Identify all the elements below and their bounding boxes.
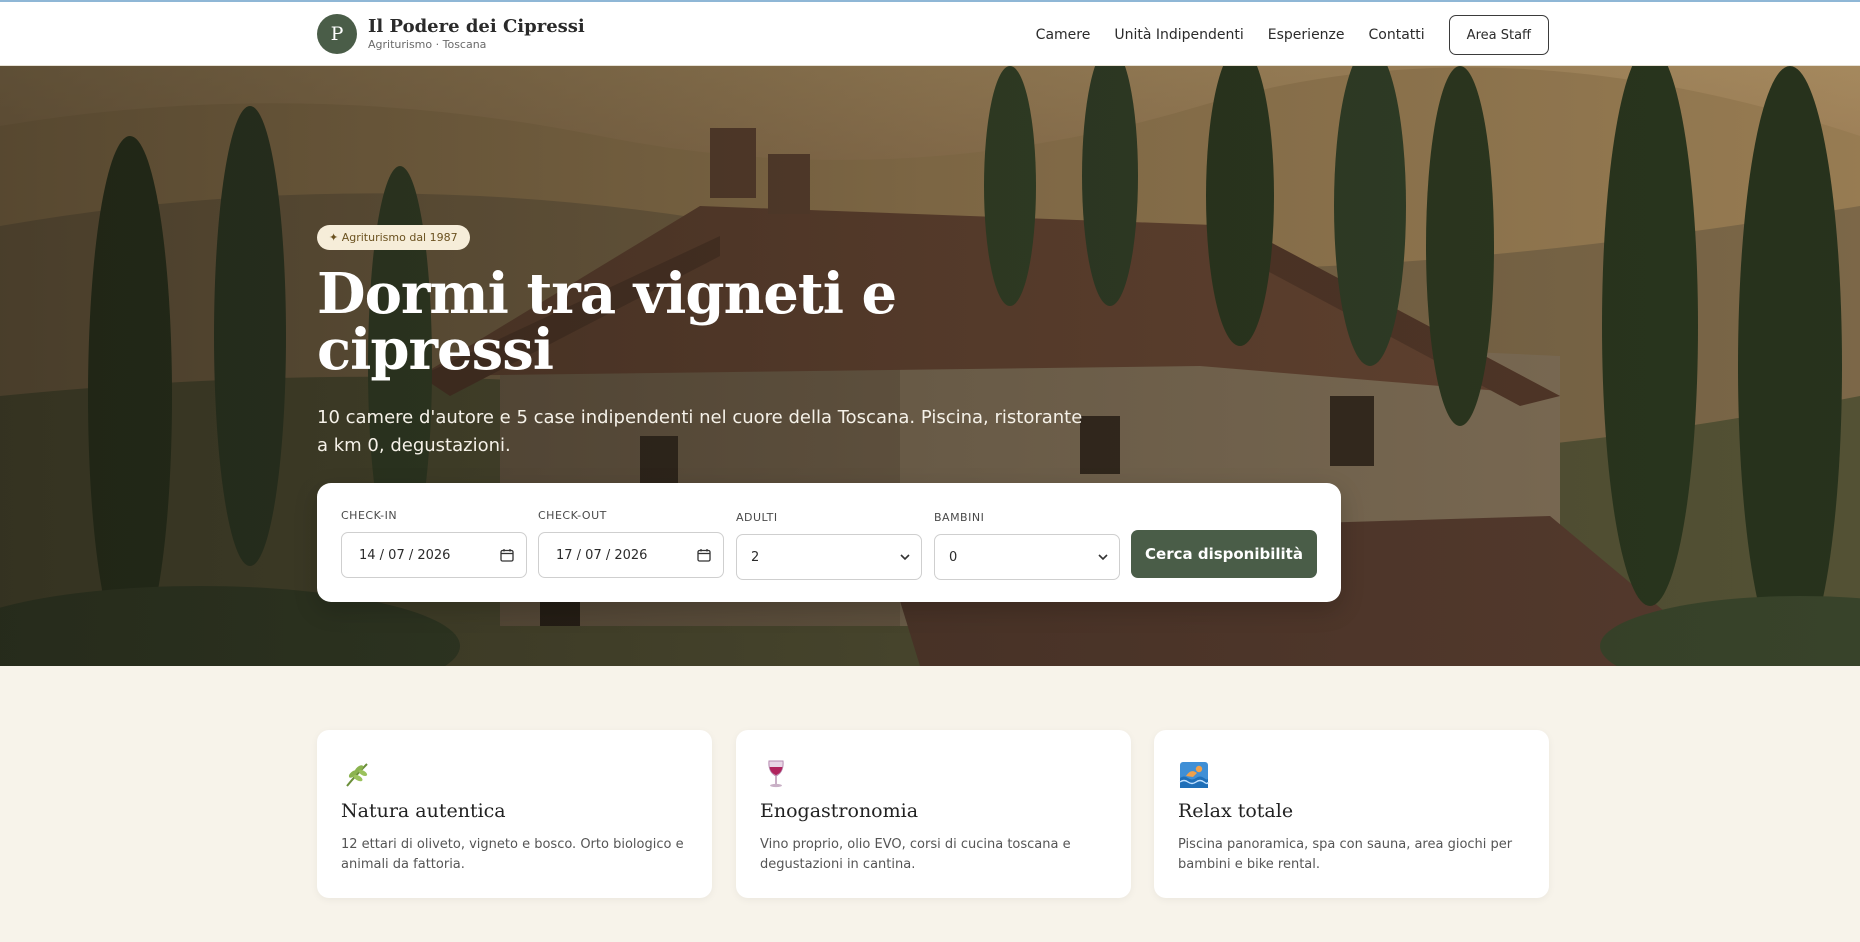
children-label: BAMBINI <box>934 511 985 524</box>
nav-link-esperienze[interactable]: Esperienze <box>1268 15 1345 55</box>
feature-title: Enogastronomia <box>760 800 919 822</box>
checkout-field: CHECK-OUT 17 / 07 / 2026 <box>538 509 724 578</box>
checkin-field: CHECK-IN 14 / 07 / 2026 <box>341 509 527 578</box>
feature-text: Piscina panoramica, spa con sauna, area … <box>1178 837 1513 872</box>
logo-mark: P <box>317 14 357 54</box>
wine-glass-icon <box>768 760 784 788</box>
top-navbar: P Il Podere dei Cipressi Agriturismo · T… <box>0 0 1860 66</box>
hero-title: Dormi tra vigneti e cipressi <box>317 261 897 383</box>
hero-description: 10 camere d'autore e 5 case indipendenti… <box>317 407 1083 456</box>
chevron-down-icon <box>900 554 910 561</box>
feature-title: Relax totale <box>1178 800 1294 822</box>
nav-link-unita-indipendenti[interactable]: Unità Indipendenti <box>1114 15 1243 55</box>
adults-field: ADULTI 2 <box>736 509 922 580</box>
brand-logo[interactable]: P Il Podere dei Cipressi Agriturismo · T… <box>317 14 585 54</box>
adults-value: 2 <box>751 549 760 565</box>
feature-card-natura: Natura autentica 12 ettari di oliveto, v… <box>317 730 712 898</box>
checkin-label: CHECK-IN <box>341 509 398 522</box>
feature-text: Vino proprio, olio EVO, corsi di cucina … <box>760 837 1071 872</box>
main-nav: Camere Unità Indipendenti Esperienze Con… <box>1036 15 1549 55</box>
checkout-input[interactable]: 17 / 07 / 2026 <box>538 532 724 578</box>
swimmer-icon <box>1179 762 1209 788</box>
nav-link-contatti[interactable]: Contatti <box>1369 15 1425 55</box>
children-field: BAMBINI 0 <box>934 509 1120 580</box>
chevron-down-icon <box>1098 554 1108 561</box>
staff-area-button[interactable]: Area Staff <box>1448 15 1549 55</box>
checkout-value: 17 / 07 / 2026 <box>556 547 648 563</box>
children-value: 0 <box>949 549 958 565</box>
adults-select[interactable]: 2 <box>736 534 922 580</box>
brand-text: Il Podere dei Cipressi Agriturismo · Tos… <box>368 16 585 52</box>
brand-name: Il Podere dei Cipressi <box>368 16 585 37</box>
adults-label: ADULTI <box>736 511 778 524</box>
checkin-value: 14 / 07 / 2026 <box>359 547 451 563</box>
feature-title: Natura autentica <box>341 800 506 822</box>
since-1987-badge: ✦ Agriturismo dal 1987 <box>317 225 470 250</box>
herb-icon <box>346 763 368 787</box>
booking-form: CHECK-IN 14 / 07 / 2026 CHECK-OUT 17 / 0… <box>317 483 1341 602</box>
feature-card-relax: Relax totale Piscina panoramica, spa con… <box>1154 730 1549 898</box>
calendar-icon[interactable] <box>500 548 514 562</box>
feature-text: 12 ettari di oliveto, vigneto e bosco. O… <box>341 837 684 872</box>
feature-card-enogastronomia: Enogastronomia Vino proprio, olio EVO, c… <box>736 730 1131 898</box>
search-availability-button[interactable]: Cerca disponibilità <box>1131 530 1317 578</box>
children-select[interactable]: 0 <box>934 534 1120 580</box>
checkin-input[interactable]: 14 / 07 / 2026 <box>341 532 527 578</box>
nav-link-camere[interactable]: Camere <box>1036 15 1091 55</box>
checkout-label: CHECK-OUT <box>538 509 607 522</box>
calendar-icon[interactable] <box>697 548 711 562</box>
brand-subtitle: Agriturismo · Toscana <box>368 38 487 51</box>
